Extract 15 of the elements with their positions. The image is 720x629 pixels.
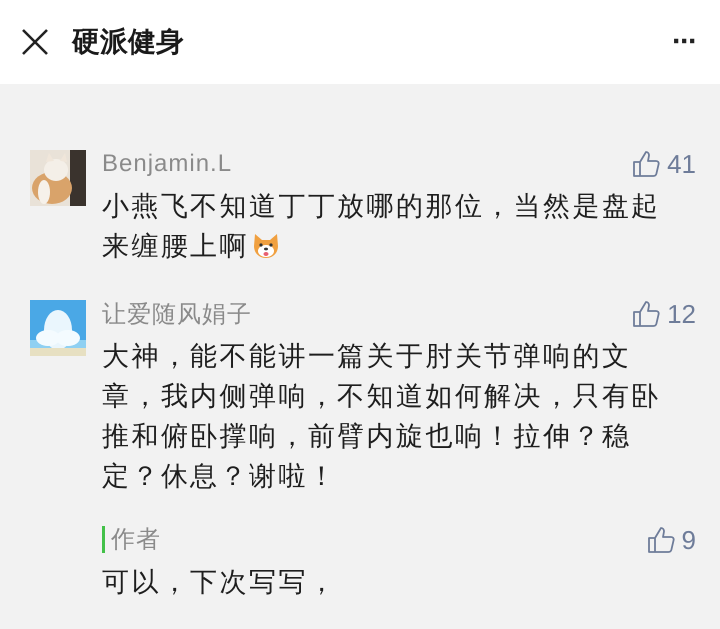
reply-text: 可以，下次写写，	[102, 567, 338, 597]
like-count: 41	[667, 148, 696, 180]
comment-text: 大神，能不能讲一篇关于肘关节弹响的文章，我内侧弹响，不知道如何解决，只有卧推和俯卧撑响，前臂内旋也响！拉伸？稳定？休息？谢啦！	[102, 341, 661, 491]
thumbs-up-icon[interactable]	[646, 525, 676, 555]
user-name[interactable]: 让爱随风娟子	[102, 298, 632, 330]
more-button[interactable]: ···	[672, 25, 696, 59]
like-count: 9	[682, 524, 696, 556]
close-icon[interactable]	[20, 27, 50, 57]
thumbs-up-icon[interactable]	[631, 299, 662, 329]
comment-text: 小燕飞不知道丁丁放哪的那位，当然是盘起来缠腰上啊	[102, 191, 661, 261]
window-title: 硬派健身	[72, 25, 185, 59]
user-name[interactable]: Benjamin.L	[102, 150, 632, 178]
like-count: 12	[667, 298, 696, 330]
author-label: 作者	[102, 526, 161, 553]
thumbs-up-icon[interactable]	[631, 149, 662, 179]
